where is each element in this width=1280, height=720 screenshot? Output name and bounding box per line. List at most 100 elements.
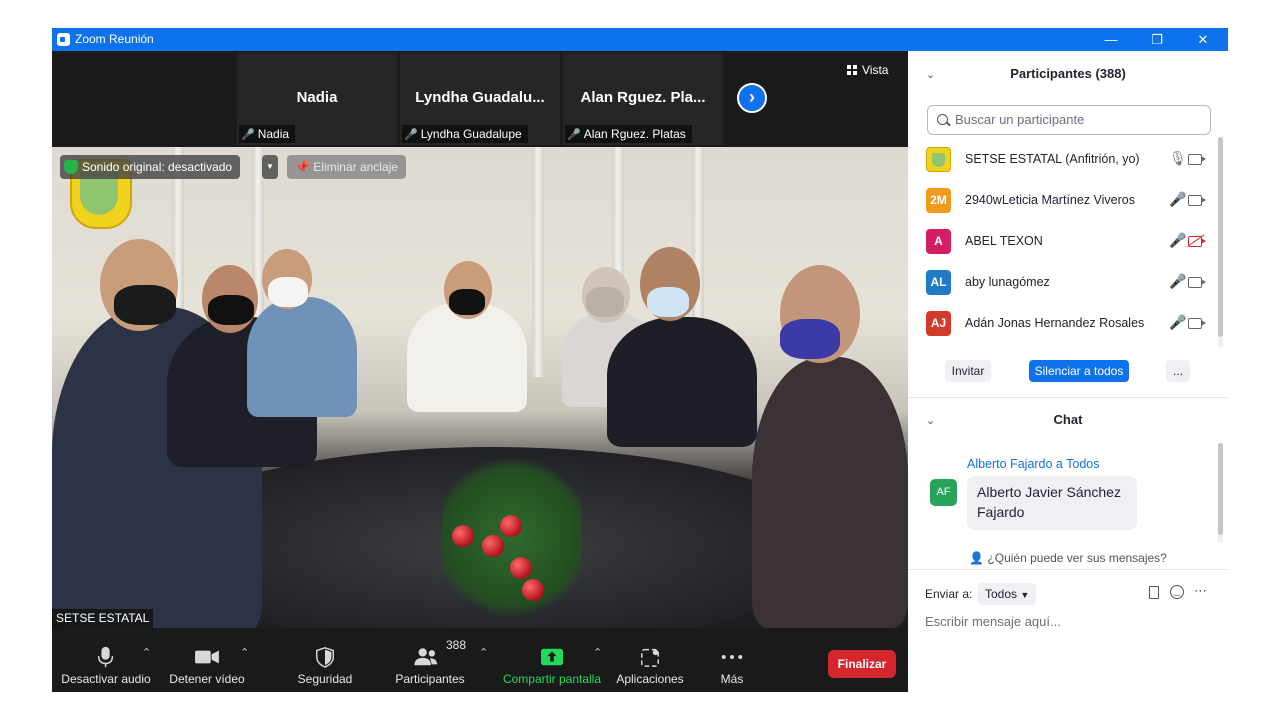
person-icon: 👤: [969, 551, 988, 565]
microphone-icon[interactable]: 🎙: [1169, 150, 1187, 167]
close-button[interactable]: ✕: [1180, 28, 1226, 51]
mute-all-button[interactable]: Silenciar a todos: [1029, 360, 1129, 382]
shield-icon: [316, 647, 334, 668]
participant-tile[interactable]: Nadia 🎤 Nadia: [237, 53, 397, 145]
meeting-area: Nadia 🎤 Nadia Lyndha Guadalu... 🎤 Lyndha G…: [52, 51, 908, 692]
tile-name-label: 🎤 Nadia: [239, 125, 296, 143]
share-options-caret[interactable]: ⌃: [593, 646, 602, 659]
muted-mic-icon[interactable]: 🎤: [1169, 232, 1186, 249]
divider: [908, 397, 1228, 398]
send-to-label: Enviar a:: [925, 587, 973, 601]
participant-name: aby lunagómez: [965, 275, 1050, 289]
end-meeting-button[interactable]: Finalizar: [828, 650, 896, 678]
tile-display-name: Alan Rguez. Pla...: [580, 89, 706, 106]
grid-view-icon: [847, 65, 857, 75]
divider: [908, 569, 1228, 570]
invite-button[interactable]: Invitar: [945, 360, 991, 382]
participants-count: 388: [446, 638, 467, 652]
participant-row[interactable]: A ABEL TEXON 🎤: [926, 225, 1216, 259]
muted-mic-icon: 🎤: [241, 129, 255, 141]
minimize-button[interactable]: —: [1088, 28, 1134, 51]
video-camera-icon: [195, 650, 219, 664]
security-shield-icon: [64, 160, 78, 174]
more-dots-icon: [721, 654, 743, 660]
chevron-down-icon: ▼: [1020, 590, 1030, 600]
participant-tile[interactable]: Alan Rguez. Pla... 🎤 Alan Rguez. Platas: [563, 53, 723, 145]
avatar: 2M: [926, 188, 951, 213]
window-titlebar: Zoom Reunión — ❐ ✕: [52, 28, 1228, 51]
participants-scrollbar[interactable]: [1218, 137, 1223, 347]
tile-name-label: 🎤 Lyndha Guadalupe: [402, 125, 528, 143]
next-page-button[interactable]: ›: [737, 83, 767, 113]
restore-button[interactable]: ❐: [1134, 28, 1180, 51]
share-screen-button[interactable]: Compartir pantalla: [498, 628, 606, 692]
camera-icon[interactable]: [1188, 154, 1206, 165]
side-panel: ⌄ Participantes (388) Buscar un particip…: [908, 51, 1228, 692]
participant-row[interactable]: SETSE ESTATAL (Anfitrión, yo) 🎙: [926, 143, 1216, 177]
audio-options-caret[interactable]: ⌃: [142, 646, 151, 659]
muted-mic-icon[interactable]: 🎤: [1169, 314, 1186, 331]
participant-row[interactable]: 2M 2940wLeticia Martínez Viveros 🎤: [926, 184, 1216, 218]
more-button[interactable]: Más: [708, 628, 756, 692]
muted-mic-icon[interactable]: 🎤: [1169, 191, 1186, 208]
participant-strip: Nadia 🎤 Nadia Lyndha Guadalu... 🎤 Lyndha G…: [52, 51, 908, 147]
muted-mic-icon: 🎤: [567, 129, 581, 141]
apps-icon: [641, 648, 659, 667]
tile-name-label: 🎤 Alan Rguez. Platas: [565, 125, 692, 143]
original-sound-button[interactable]: Sonido original: desactivado: [60, 155, 241, 179]
tile-display-name: Nadia: [296, 89, 338, 106]
window-title: Zoom Reunión: [75, 32, 154, 46]
pin-icon: 📌: [295, 160, 314, 174]
search-icon: [937, 114, 948, 125]
security-button[interactable]: Seguridad: [288, 628, 362, 692]
meeting-toolbar: Desactivar audio ⌃ Detener vídeo ⌃ Segur…: [52, 628, 908, 692]
participant-name: 2940wLeticia Martínez Viveros: [965, 193, 1135, 207]
view-button[interactable]: Vista: [847, 63, 888, 77]
emoji-icon[interactable]: ‿: [1170, 585, 1184, 599]
participant-row[interactable]: AJ Adán Jonas Hernandez Rosales 🎤: [926, 307, 1216, 341]
recipient-dropdown[interactable]: Todos ▼: [978, 583, 1037, 605]
muted-mic-icon: 🎤: [404, 129, 418, 141]
chat-scrollbar[interactable]: [1218, 443, 1223, 543]
more-options-button[interactable]: ...: [1166, 360, 1190, 382]
person: [752, 357, 908, 628]
main-video[interactable]: Sonido original: desactivado ▼ 📌 Elimina…: [52, 147, 908, 628]
video-options-caret[interactable]: ⌃: [240, 646, 249, 659]
avatar: AJ: [926, 311, 951, 336]
chat-message-input[interactable]: Escribir mensaje aquí...: [925, 614, 1061, 629]
person: [607, 317, 757, 447]
avatar: A: [926, 229, 951, 254]
original-sound-dropdown[interactable]: ▼: [262, 155, 278, 179]
person: [247, 297, 357, 417]
participants-button[interactable]: 388 Participantes: [388, 628, 472, 692]
participant-name: Adán Jonas Hernandez Rosales: [965, 316, 1145, 330]
participant-search-input[interactable]: Buscar un participante: [927, 105, 1211, 135]
avatar: AL: [926, 270, 951, 295]
camera-icon[interactable]: [1188, 195, 1206, 206]
tile-display-name: Lyndha Guadalu...: [415, 89, 545, 106]
muted-mic-icon[interactable]: 🎤: [1169, 273, 1186, 290]
participants-title: Participantes (388): [1010, 66, 1126, 81]
camera-off-icon[interactable]: [1188, 236, 1206, 247]
participant-row[interactable]: AL aby lunagómez 🎤: [926, 266, 1216, 300]
avatar: AF: [930, 479, 957, 506]
mute-button[interactable]: Desactivar audio: [60, 628, 152, 692]
participant-name: SETSE ESTATAL (Anfitrión, yo): [965, 152, 1140, 166]
participant-tile[interactable]: Lyndha Guadalu... 🎤 Lyndha Guadalupe: [400, 53, 560, 145]
zoom-logo-icon: [57, 33, 70, 46]
who-can-see-link[interactable]: 👤 ¿Quién puede ver sus mensajes?: [908, 551, 1228, 565]
camera-icon[interactable]: [1188, 277, 1206, 288]
share-screen-icon: [541, 648, 563, 666]
camera-icon[interactable]: [1188, 318, 1206, 329]
chat-message[interactable]: Alberto Javier Sánchez Fajardo: [967, 476, 1137, 530]
unpin-button[interactable]: 📌 Eliminar anclaje: [287, 155, 406, 179]
chat-sender: Alberto Fajardo a Todos: [967, 457, 1100, 471]
stop-video-button[interactable]: Detener vídeo: [164, 628, 250, 692]
file-icon[interactable]: [1149, 586, 1159, 599]
more-dots-icon[interactable]: ⋯: [1194, 583, 1207, 599]
participants-options-caret[interactable]: ⌃: [479, 646, 488, 659]
avatar: [926, 147, 951, 172]
participant-name: ABEL TEXON: [965, 234, 1043, 248]
apps-button[interactable]: Aplicaciones: [612, 628, 688, 692]
speaker-name-label: SETSE ESTATAL: [52, 609, 154, 628]
